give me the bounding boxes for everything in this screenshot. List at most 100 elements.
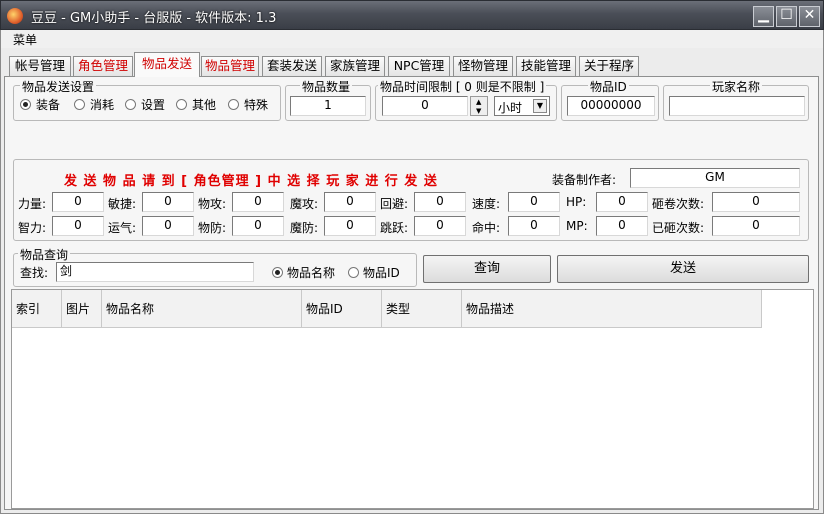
- client-area: 菜单 帐号管理 角色管理 物品发送 物品管理 套装发送 家族管理 NPC管理 怪…: [0, 30, 824, 514]
- attr-row1-label: 力量:: [18, 197, 47, 211]
- col-image[interactable]: 图片: [62, 290, 102, 328]
- attributes-group: 发 送 物 品 请 到 [ 角色管理 ] 中 选 择 玩 家 进 行 发 送 装…: [13, 159, 809, 241]
- radio-other-label: 其他: [192, 98, 217, 112]
- radio-consume-label: 消耗: [90, 98, 115, 112]
- title-bar: 豆豆 - GM小助手 - 台服版 - 软件版本: 1.3 ▁ ☐ ✕: [0, 0, 824, 30]
- item-id-group: 物品ID 00000000: [561, 78, 659, 121]
- tab-item-manage[interactable]: 物品管理: [201, 56, 259, 76]
- results-table[interactable]: 索引 图片 物品名称 物品ID 类型 物品描述: [11, 289, 814, 509]
- send-settings-group: 物品发送设置 装备 消耗 设置 其他 特殊: [13, 78, 281, 121]
- quantity-title: 物品数量: [300, 78, 353, 95]
- radio-item-name-label: 物品名称: [287, 266, 336, 280]
- attr-row1-label: 速度:: [472, 197, 501, 211]
- col-description[interactable]: 物品描述: [462, 290, 762, 328]
- query-button[interactable]: 查询: [423, 255, 551, 283]
- attr-row2-input[interactable]: 0: [712, 216, 800, 236]
- attr-row2-label: 已砸次数:: [652, 221, 705, 235]
- tab-skill[interactable]: 技能管理: [516, 56, 576, 76]
- attr-row2-label: 智力:: [18, 221, 47, 235]
- radio-consume[interactable]: [74, 99, 85, 110]
- attr-row1-input[interactable]: 0: [52, 192, 104, 212]
- tab-monster[interactable]: 怪物管理: [453, 56, 513, 76]
- attr-row1-input[interactable]: 0: [142, 192, 194, 212]
- time-limit-spinner[interactable]: ▲ ▼: [470, 96, 488, 116]
- col-index[interactable]: 索引: [12, 290, 62, 328]
- time-limit-title: 物品时间限制 [ 0 则是不限制 ]: [378, 78, 547, 95]
- send-button[interactable]: 发送: [557, 255, 809, 283]
- maximize-button[interactable]: ☐: [776, 6, 797, 27]
- attr-row2-input[interactable]: 0: [596, 216, 648, 236]
- attr-row2-input[interactable]: 0: [52, 216, 104, 236]
- attr-row2-label: MP:: [566, 219, 588, 233]
- attr-row1-input[interactable]: 0: [712, 192, 800, 212]
- time-limit-input[interactable]: 0: [382, 96, 468, 116]
- player-name-input[interactable]: [669, 96, 805, 116]
- menu-main[interactable]: 菜单: [13, 31, 37, 48]
- quantity-group: 物品数量 1: [285, 78, 371, 121]
- tab-npc[interactable]: NPC管理: [388, 56, 450, 76]
- attr-row2-input[interactable]: 0: [508, 216, 560, 236]
- query-title: 物品查询: [18, 246, 71, 263]
- maker-input[interactable]: GM: [630, 168, 800, 188]
- menu-bar: 菜单: [1, 30, 823, 48]
- quantity-input[interactable]: 1: [290, 96, 366, 116]
- attr-row1-input[interactable]: 0: [508, 192, 560, 212]
- time-unit-select[interactable]: 小时 ▼: [494, 96, 550, 116]
- tab-about[interactable]: 关于程序: [579, 56, 639, 76]
- attr-row1-input[interactable]: 0: [414, 192, 466, 212]
- radio-setup[interactable]: [125, 99, 136, 110]
- spin-up-icon[interactable]: ▲: [476, 98, 481, 106]
- item-id-input[interactable]: 00000000: [567, 96, 655, 116]
- attr-row1-input[interactable]: 0: [596, 192, 648, 212]
- radio-item-id[interactable]: [348, 267, 359, 278]
- minimize-button[interactable]: ▁: [753, 6, 774, 27]
- col-type[interactable]: 类型: [382, 290, 462, 328]
- query-group: 物品查询 查找: 剑 物品名称 物品ID: [13, 246, 417, 287]
- radio-item-name[interactable]: [272, 267, 283, 278]
- close-button[interactable]: ✕: [799, 6, 820, 27]
- attr-row2-label: 命中:: [472, 221, 501, 235]
- attr-row2-label: 跳跃:: [380, 221, 409, 235]
- attr-row1-input[interactable]: 0: [324, 192, 376, 212]
- search-input[interactable]: 剑: [56, 262, 254, 282]
- attr-row2-input[interactable]: 0: [232, 216, 284, 236]
- send-hint: 发 送 物 品 请 到 [ 角色管理 ] 中 选 择 玩 家 进 行 发 送: [64, 174, 438, 189]
- chevron-down-icon[interactable]: ▼: [533, 99, 547, 113]
- radio-special[interactable]: [228, 99, 239, 110]
- player-name-title: 玩家名称: [710, 78, 763, 95]
- maker-label: 装备制作者:: [552, 173, 617, 187]
- app-icon: [7, 8, 23, 24]
- time-unit-value: 小时: [498, 101, 523, 115]
- tab-role[interactable]: 角色管理: [73, 56, 133, 76]
- radio-setup-label: 设置: [141, 98, 166, 112]
- attr-row2-label: 运气:: [108, 221, 137, 235]
- attr-row2-input[interactable]: 0: [324, 216, 376, 236]
- attr-row1-label: 砸卷次数:: [652, 197, 705, 211]
- radio-other[interactable]: [176, 99, 187, 110]
- attr-row1-label: 回避:: [380, 197, 409, 211]
- tab-panel: 物品发送设置 装备 消耗 设置 其他 特殊 物品数量 1 物品时间限制 [ 0 …: [4, 76, 819, 510]
- spin-down-icon[interactable]: ▼: [476, 107, 481, 115]
- col-item-id[interactable]: 物品ID: [302, 290, 382, 328]
- attr-row1-label: 物攻:: [198, 197, 227, 211]
- attr-row1-input[interactable]: 0: [232, 192, 284, 212]
- tab-family[interactable]: 家族管理: [325, 56, 385, 76]
- radio-equip-label: 装备: [36, 98, 61, 112]
- attr-row2-input[interactable]: 0: [142, 216, 194, 236]
- radio-special-label: 特殊: [244, 98, 269, 112]
- player-name-group: 玩家名称: [663, 78, 809, 121]
- attr-row1-label: 敏捷:: [108, 197, 137, 211]
- radio-item-id-label: 物品ID: [363, 266, 400, 280]
- window-title: 豆豆 - GM小助手 - 台服版 - 软件版本: 1.3: [31, 11, 277, 26]
- attr-row1-label: HP:: [566, 195, 587, 209]
- tab-account[interactable]: 帐号管理: [9, 56, 71, 76]
- send-settings-title: 物品发送设置: [20, 78, 97, 95]
- attr-row2-label: 物防:: [198, 221, 227, 235]
- time-limit-group: 物品时间限制 [ 0 则是不限制 ] 0 ▲ ▼ 小时 ▼: [375, 78, 557, 121]
- tab-set-send[interactable]: 套装发送: [262, 56, 322, 76]
- attr-row1-label: 魔攻:: [290, 197, 319, 211]
- radio-equip[interactable]: [20, 99, 31, 110]
- col-item-name[interactable]: 物品名称: [102, 290, 302, 328]
- attr-row2-input[interactable]: 0: [414, 216, 466, 236]
- tab-item-send[interactable]: 物品发送: [134, 52, 200, 77]
